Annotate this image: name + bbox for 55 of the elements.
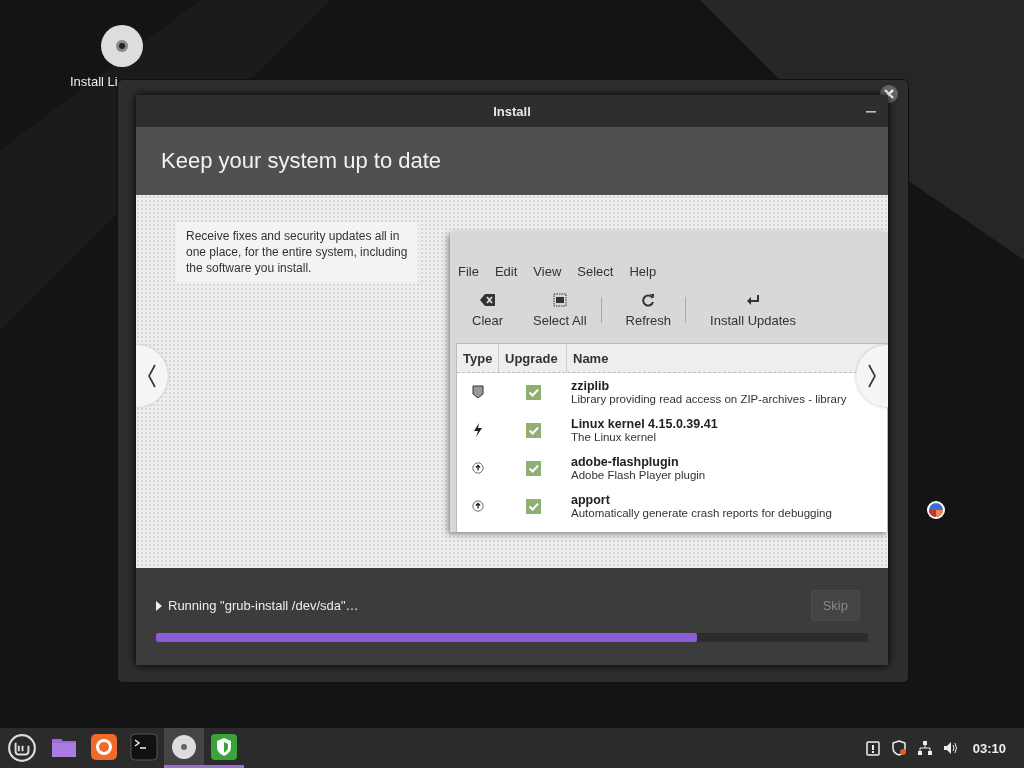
select-all-icon [551, 292, 568, 307]
clipboard-alert-icon[interactable] [864, 740, 881, 756]
package-description: The Linux kernel [571, 431, 657, 443]
package-name: adobe-flashplugin [571, 455, 679, 469]
page-heading: Keep your system up to date [161, 148, 442, 174]
package-name: zziplib [571, 379, 610, 393]
column-header[interactable]: Upgrade [499, 344, 567, 372]
lightning-icon [472, 423, 484, 437]
terminal-icon [130, 732, 158, 761]
shield-icon [210, 732, 238, 761]
checkbox[interactable] [525, 498, 541, 514]
color-wheel-icon[interactable] [926, 500, 946, 520]
package-name: apport [571, 493, 610, 507]
column-header[interactable]: Name [567, 344, 847, 372]
window-title: Install [493, 103, 531, 119]
toolbar-button[interactable]: Install Updates [704, 292, 803, 328]
chevron-right-icon [867, 364, 877, 388]
column-header[interactable]: Type [457, 344, 499, 372]
network-icon[interactable] [916, 740, 933, 756]
refresh-icon [640, 292, 657, 307]
package-description: Library providing read access on ZIP-archives - library [571, 393, 847, 405]
package-description: Automatically generate crash reports for debugging [571, 507, 832, 519]
chevron-left-icon [147, 364, 157, 388]
up-arrow-icon [472, 461, 484, 475]
logo-icon [7, 733, 37, 763]
taskbar-app[interactable] [164, 728, 204, 768]
toolbar-button[interactable]: Clear [466, 292, 510, 328]
status-text: Running "grub-install /dev/sda"… [168, 598, 360, 613]
previous-button[interactable] [136, 345, 168, 407]
menu-item[interactable]: Help [629, 264, 657, 279]
package-description: Adobe Flash Player plugin [571, 469, 706, 481]
package-name: Linux kernel 4.15.0.39.41 [571, 417, 718, 431]
clock[interactable]: 03:10 [972, 740, 1006, 756]
shield-icon [472, 385, 484, 399]
toolbar-button[interactable]: Refresh [619, 292, 678, 328]
menu-item[interactable]: Edit [494, 264, 518, 279]
browser-icon [90, 732, 118, 761]
volume-icon[interactable] [942, 740, 959, 756]
menu-item[interactable]: File [458, 264, 479, 279]
menu-item[interactable]: View [533, 264, 562, 279]
desktop-icon-label[interactable]: Install Li [70, 74, 118, 89]
minimize-icon[interactable] [866, 110, 876, 114]
up-arrow-icon [472, 499, 484, 513]
disc-icon[interactable] [100, 24, 144, 68]
backspace-icon [479, 292, 496, 307]
disc-icon [170, 732, 198, 761]
shield-icon[interactable] [890, 740, 907, 756]
menu-item[interactable]: Select [577, 264, 614, 279]
checkbox[interactable] [525, 422, 541, 438]
checkbox[interactable] [525, 460, 541, 476]
toolbar-button[interactable]: Select All [527, 292, 593, 328]
return-arrow-icon [745, 292, 762, 307]
expander-icon[interactable] [156, 600, 162, 611]
checkbox[interactable] [525, 384, 541, 400]
slide-description: Receive fixes and security updates all in one place, for the entire system, including the software you install. [176, 222, 418, 282]
